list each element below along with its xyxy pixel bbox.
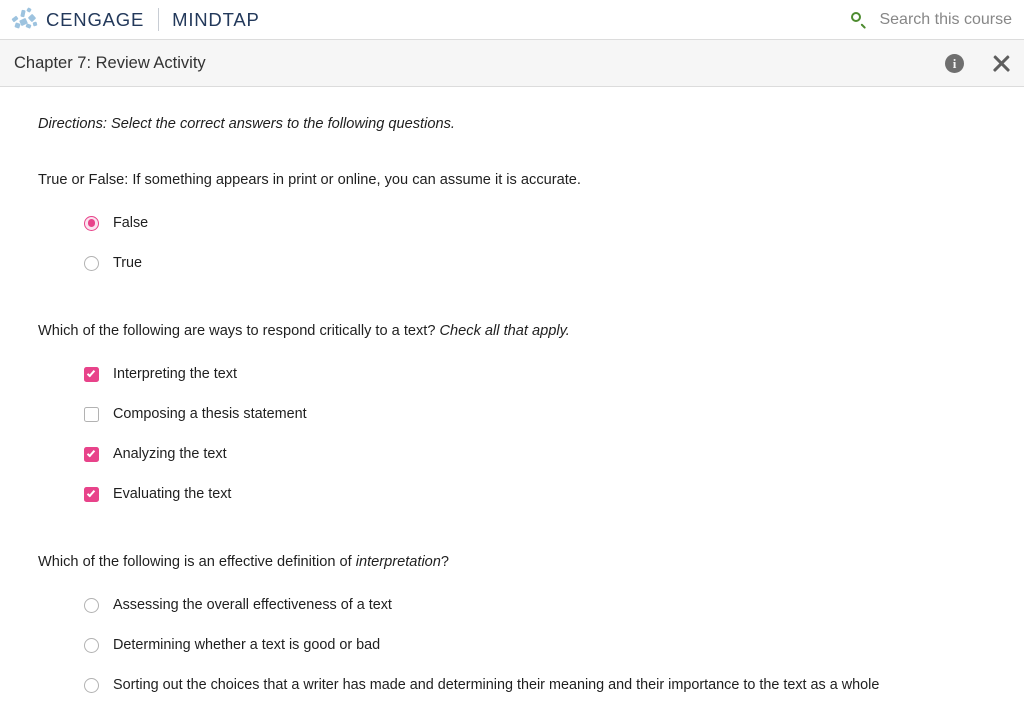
questions-list: True or False: If something appears in p…: [38, 172, 986, 705]
question-text-plain: Which of the following are ways to respo…: [38, 323, 440, 339]
option-row[interactable]: Analyzing the text: [38, 434, 986, 474]
search-icon: [851, 11, 868, 29]
option-group: Assessing the overall effectiveness of a…: [38, 585, 986, 705]
search-course-button[interactable]: Search this course: [851, 0, 1012, 40]
option-row[interactable]: Sorting out the choices that a writer ha…: [38, 665, 986, 705]
top-brand-bar: CENGAGE MINDTAP Search this course: [0, 0, 1024, 40]
cengage-dots-logo-icon: [11, 6, 41, 33]
activity-content: Directions: Select the correct answers t…: [0, 87, 1024, 705]
question-text: Which of the following are ways to respo…: [38, 323, 986, 339]
radio-button-unchecked[interactable]: [84, 637, 99, 653]
checkbox-checked[interactable]: [84, 366, 99, 382]
option-row[interactable]: False: [38, 203, 986, 243]
activity-header-bar: Chapter 7: Review Activity i: [0, 40, 1024, 87]
option-label: Composing a thesis statement: [113, 406, 307, 422]
option-row[interactable]: Assessing the overall effectiveness of a…: [38, 585, 986, 625]
checkbox-checked[interactable]: [84, 446, 99, 462]
option-label: Assessing the overall effectiveness of a…: [113, 597, 392, 613]
question-text-plain: Which of the following is an effective d…: [38, 554, 356, 570]
close-icon[interactable]: [990, 53, 1012, 75]
option-group: Interpreting the text Composing a thesis …: [38, 354, 986, 514]
radio-button-unchecked[interactable]: [84, 597, 99, 613]
option-label: Interpreting the text: [113, 366, 237, 382]
activity-header-actions: i: [945, 40, 1016, 87]
radio-button-unchecked[interactable]: [84, 677, 99, 693]
option-row[interactable]: Evaluating the text: [38, 474, 986, 514]
question-text-emphasis: Check all that apply.: [439, 323, 570, 339]
option-label: Sorting out the choices that a writer ha…: [113, 677, 880, 693]
option-row[interactable]: Determining whether a text is good or ba…: [38, 625, 986, 665]
directions-text: Directions: Select the correct answers t…: [38, 116, 455, 132]
question-text-suffix: ?: [440, 554, 450, 570]
radio-button-checked[interactable]: [84, 215, 99, 231]
option-label: Determining whether a text is good or ba…: [113, 637, 381, 653]
option-group: False True: [38, 203, 986, 283]
option-row[interactable]: Interpreting the text: [38, 354, 986, 394]
option-row[interactable]: Composing a thesis statement: [38, 394, 986, 434]
brand-logo[interactable]: CENGAGE MINDTAP: [0, 0, 260, 39]
question-text-plain: True or False: If something appears in p…: [38, 172, 581, 188]
info-icon[interactable]: i: [945, 54, 964, 73]
page-title: Chapter 7: Review Activity: [14, 53, 206, 72]
brand-divider: [158, 8, 160, 31]
option-label: Evaluating the text: [113, 486, 232, 502]
option-label: Analyzing the text: [113, 446, 227, 462]
question-text-emphasis: interpretation: [355, 554, 441, 570]
option-label: False: [113, 215, 149, 231]
option-row[interactable]: True: [38, 243, 986, 283]
question-text: Which of the following is an effective d…: [38, 554, 986, 570]
question-text: True or False: If something appears in p…: [38, 172, 986, 188]
brand-name-cengage: CENGAGE: [46, 8, 145, 30]
checkbox-unchecked[interactable]: [84, 406, 99, 422]
search-input[interactable]: Search this course: [879, 11, 1012, 29]
checkbox-checked[interactable]: [84, 486, 99, 502]
radio-button-unchecked[interactable]: [84, 255, 99, 271]
brand-name-mindtap: MINDTAP: [172, 8, 260, 30]
option-label: True: [113, 255, 143, 271]
